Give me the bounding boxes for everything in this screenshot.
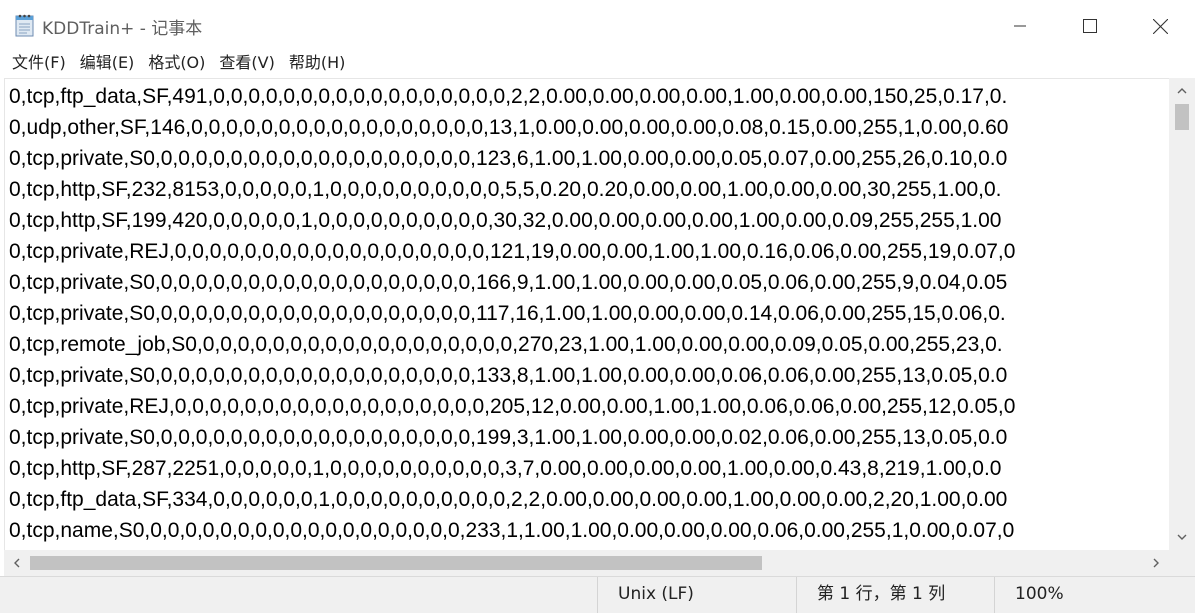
chevron-down-icon <box>1177 534 1187 540</box>
status-line-ending: Unix (LF) <box>597 577 796 613</box>
vertical-scrollbar[interactable] <box>1169 78 1195 550</box>
text-line: 0,tcp,private,S0,0,0,0,0,0,0,0,0,0,0,0,0… <box>9 271 1008 294</box>
horizontal-scrollbar[interactable] <box>4 550 1169 576</box>
minimize-icon <box>1014 25 1026 27</box>
scrollbar-corner <box>1169 550 1195 576</box>
menu-view[interactable]: 查看(V) <box>212 50 281 76</box>
status-cursor-position: 第 1 行，第 1 列 <box>796 577 994 613</box>
scroll-right-button[interactable] <box>1143 550 1169 576</box>
maximize-icon <box>1083 19 1097 33</box>
window-title: KDDTrain+ - 记事本 <box>42 19 203 39</box>
maximize-button[interactable] <box>1055 0 1125 52</box>
horizontal-scroll-thumb[interactable] <box>30 556 762 570</box>
close-button[interactable] <box>1125 0 1195 52</box>
scroll-left-button[interactable] <box>4 550 30 576</box>
text-line: 0,tcp,private,S0,0,0,0,0,0,0,0,0,0,0,0,0… <box>9 147 1008 170</box>
title-bar[interactable]: KDDTrain+ - 记事本 <box>0 0 1195 52</box>
status-bar: Unix (LF) 第 1 行，第 1 列 100% <box>0 576 1195 613</box>
menu-format[interactable]: 格式(O) <box>141 50 212 76</box>
menu-help[interactable]: 帮助(H) <box>282 50 353 76</box>
text-line: 0,tcp,http,SF,232,8153,0,0,0,0,0,1,0,0,0… <box>9 178 1002 201</box>
vertical-scroll-thumb[interactable] <box>1175 104 1189 130</box>
notepad-icon <box>15 14 34 37</box>
text-line: 0,tcp,http,SF,199,420,0,0,0,0,0,1,0,0,0,… <box>9 209 1002 232</box>
text-line: 0,udp,other,SF,146,0,0,0,0,0,0,0,0,0,0,0… <box>9 116 1009 139</box>
chevron-up-icon <box>1177 88 1187 94</box>
text-line: 0,tcp,private,S0,0,0,0,0,0,0,0,0,0,0,0,0… <box>9 302 1006 325</box>
scroll-down-button[interactable] <box>1169 524 1195 550</box>
text-line: 0,tcp,ftp_data,SF,334,0,0,0,0,0,0,1,0,0,… <box>9 488 1008 511</box>
status-zoom: 100% <box>994 577 1195 613</box>
text-editor[interactable]: 0,tcp,ftp_data,SF,491,0,0,0,0,0,0,0,0,0,… <box>4 78 1169 550</box>
text-line: 0,tcp,name,S0,0,0,0,0,0,0,0,0,0,0,0,0,0,… <box>9 519 1015 542</box>
menu-bar: 文件(F) 编辑(E) 格式(O) 查看(V) 帮助(H) <box>0 48 1195 78</box>
close-icon <box>1152 18 1168 34</box>
text-content: 0,tcp,ftp_data,SF,491,0,0,0,0,0,0,0,0,0,… <box>9 81 1015 546</box>
text-line: 0,tcp,private,REJ,0,0,0,0,0,0,0,0,0,0,0,… <box>9 240 1016 263</box>
status-blank <box>0 577 597 613</box>
text-line: 0,tcp,http,SF,287,2251,0,0,0,0,0,1,0,0,0… <box>9 457 1002 480</box>
text-line: 0,tcp,private,REJ,0,0,0,0,0,0,0,0,0,0,0,… <box>9 395 1016 418</box>
text-line: 0,tcp,remote_job,S0,0,0,0,0,0,0,0,0,0,0,… <box>9 333 1003 356</box>
chevron-left-icon <box>14 558 20 568</box>
menu-file[interactable]: 文件(F) <box>5 50 73 76</box>
minimize-button[interactable] <box>985 0 1055 52</box>
text-line: 0,tcp,ftp_data,SF,491,0,0,0,0,0,0,0,0,0,… <box>9 85 1008 108</box>
chevron-right-icon <box>1153 558 1159 568</box>
scroll-up-button[interactable] <box>1169 78 1195 104</box>
menu-edit[interactable]: 编辑(E) <box>73 50 142 76</box>
text-line: 0,tcp,private,S0,0,0,0,0,0,0,0,0,0,0,0,0… <box>9 364 1008 387</box>
text-line: 0,tcp,private,S0,0,0,0,0,0,0,0,0,0,0,0,0… <box>9 426 1008 449</box>
